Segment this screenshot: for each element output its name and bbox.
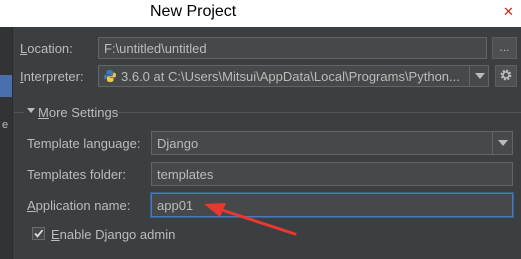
template-language-label: Template language: bbox=[27, 136, 141, 151]
location-field[interactable]: F:\untitled\untitled bbox=[98, 37, 487, 59]
project-type-sidebar: e bbox=[0, 27, 13, 259]
checkmark-icon bbox=[34, 229, 44, 238]
section-divider-left bbox=[14, 112, 24, 113]
more-settings-toggle[interactable]: More Settings bbox=[38, 105, 118, 120]
browse-button[interactable]: ... bbox=[492, 37, 517, 59]
application-name-label: Application name: bbox=[27, 198, 131, 213]
enable-django-admin-checkbox[interactable] bbox=[32, 227, 45, 240]
template-language-select[interactable]: Django bbox=[151, 131, 513, 155]
annotation-arrow-icon bbox=[204, 203, 297, 236]
templates-folder-field[interactable]: templates bbox=[151, 162, 513, 186]
templates-folder-label: Templates folder: bbox=[27, 167, 126, 182]
gear-icon bbox=[500, 69, 512, 81]
chevron-down-icon[interactable] bbox=[469, 65, 489, 87]
interpreter-value: 3.6.0 at C:\Users\Mitsui\AppData\Local\P… bbox=[121, 69, 460, 84]
title-bar: New Project ✕ bbox=[0, 0, 521, 27]
interpreter-select[interactable]: 3.6.0 at C:\Users\Mitsui\AppData\Local\P… bbox=[98, 65, 489, 87]
location-label: Location: bbox=[20, 41, 73, 56]
caret-down-icon[interactable] bbox=[27, 106, 35, 114]
interpreter-label: Interpreter: bbox=[20, 69, 84, 84]
python-icon bbox=[104, 70, 116, 82]
sidebar-selected-item[interactable] bbox=[0, 75, 12, 97]
window-title: New Project bbox=[150, 3, 237, 20]
close-icon[interactable]: ✕ bbox=[496, 2, 521, 22]
template-language-value: Django bbox=[157, 136, 199, 151]
interpreter-settings-button[interactable] bbox=[495, 65, 517, 87]
chevron-down-icon[interactable] bbox=[492, 132, 512, 154]
enable-django-admin-label[interactable]: Enable Django admin bbox=[51, 227, 175, 242]
sidebar-item-glyph: e bbox=[2, 119, 9, 131]
section-divider bbox=[115, 112, 521, 113]
